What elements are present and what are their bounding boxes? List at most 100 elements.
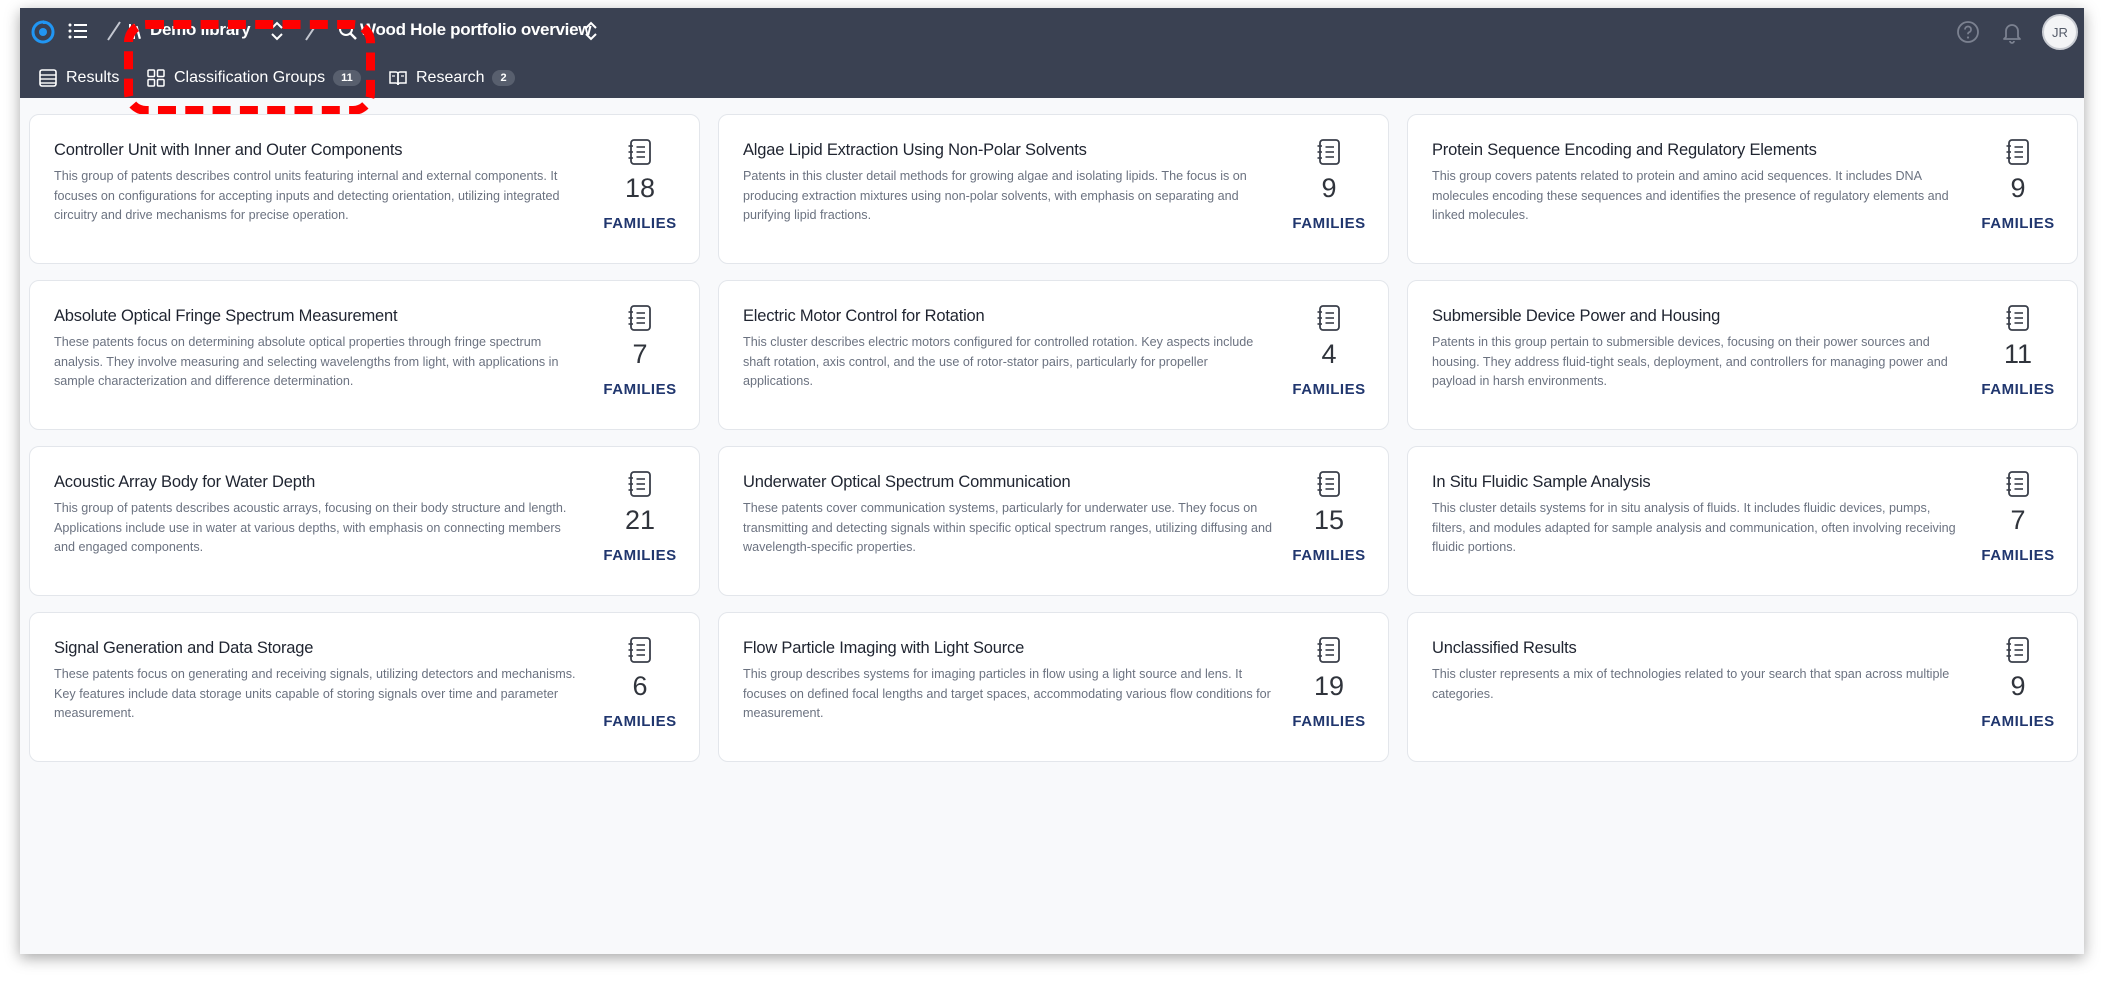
tab-research-badge: 2 [492,70,515,86]
card-title: Acoustic Array Body for Water Depth [54,473,316,491]
card-families-label: FAMILIES [603,713,677,730]
classification-group-card[interactable]: In Situ Fluidic Sample Analysis This clu… [1407,446,2078,596]
card-title: In Situ Fluidic Sample Analysis [1432,473,1651,491]
tab-research-label: Research [416,69,485,86]
classification-group-card[interactable]: Absolute Optical Fringe Spectrum Measure… [29,280,700,430]
card-title: Algae Lipid Extraction Using Non-Polar S… [743,141,1087,159]
card-title: Underwater Optical Spectrum Communicatio… [743,473,1071,491]
tab-results-label: Results [66,69,120,86]
notebook-icon [628,637,651,663]
card-title: Absolute Optical Fringe Spectrum Measure… [54,307,398,325]
header-row: Demo library Wood Hole portfolio overvie… [20,8,2084,54]
notebook-icon [2006,139,2029,165]
library-selector[interactable]: Demo library [150,20,251,40]
notebook-icon [2006,471,2029,497]
card-family-count: 9 [2010,671,2026,701]
top-navigation-bar: Demo library Wood Hole portfolio overvie… [20,8,2084,98]
search-icon [339,22,357,40]
card-description: This cluster describes electric motors c… [743,335,1254,388]
card-title: Electric Motor Control for Rotation [743,307,985,325]
book-icon [389,71,407,86]
card-family-count: 7 [2010,505,2026,535]
project-chevron-updown-icon[interactable] [582,19,600,43]
card-families-label: FAMILIES [1981,713,2055,730]
card-description: This group of patents describes control … [54,169,560,222]
breadcrumb-separator-icon [107,21,121,41]
notifications-bell-icon[interactable] [2000,20,2024,44]
card-families-label: FAMILIES [603,381,677,398]
user-avatar[interactable]: JR [2042,14,2078,50]
card-family-count: 4 [1321,339,1337,369]
card-title: Unclassified Results [1432,639,1577,657]
notebook-icon [2006,637,2029,663]
card-description: This group describes systems for imaging… [743,667,1271,720]
classification-group-card[interactable]: Flow Particle Imaging with Light Source … [718,612,1389,762]
card-families-label: FAMILIES [1292,713,1366,730]
project-selector[interactable]: Wood Hole portfolio overview [360,20,591,40]
card-description: Patents in this cluster detail methods f… [743,169,1247,222]
tab-research[interactable]: Research 2 [388,66,515,90]
card-description: These patents focus on determining absol… [54,335,559,388]
card-description: This cluster details systems for in situ… [1432,501,1956,554]
help-icon[interactable] [1956,20,1980,44]
tab-classification-groups-badge: 11 [333,70,361,86]
card-families-label: FAMILIES [1292,547,1366,564]
notebook-icon [1317,139,1340,165]
notebook-icon [628,305,651,331]
card-description: These patents cover communication system… [743,501,1272,554]
card-description: Patents in this group pertain to submers… [1432,335,1948,388]
card-family-count: 9 [2010,173,2026,203]
card-family-count: 11 [2003,339,2033,369]
tab-classification-groups-label: Classification Groups [174,69,326,86]
card-family-count: 6 [632,671,648,701]
list-menu-icon[interactable] [68,22,88,40]
card-description: This cluster represents a mix of technol… [1432,667,1950,701]
card-description: This group of patents describes acoustic… [54,501,567,554]
card-families-label: FAMILIES [1292,215,1366,232]
card-families-label: FAMILIES [1981,215,2055,232]
app-logo-icon[interactable] [30,18,56,44]
tab-classification-groups[interactable]: Classification Groups 11 [146,66,361,90]
classification-group-card[interactable]: Unclassified Results This cluster repres… [1407,612,2078,762]
card-family-count: 7 [632,339,648,369]
card-title: Protein Sequence Encoding and Regulatory… [1432,141,1817,159]
classification-group-card[interactable]: Submersible Device Power and Housing Pat… [1407,280,2078,430]
tab-bar: Results Classification Groups 11 Researc… [20,58,2084,98]
card-title: Controller Unit with Inner and Outer Com… [54,141,403,159]
card-families-label: FAMILIES [1981,547,2055,564]
breadcrumb-separator-icon [305,21,319,41]
notebook-icon [628,471,651,497]
table-icon [39,69,57,87]
card-description: These patents focus on generating and re… [54,667,576,720]
notebook-icon [1317,305,1340,331]
card-title: Signal Generation and Data Storage [54,639,314,657]
card-title: Submersible Device Power and Housing [1432,307,1721,325]
card-families-label: FAMILIES [1292,381,1366,398]
notebook-icon [2006,305,2029,331]
library-icon [129,24,141,40]
classification-group-card[interactable]: Signal Generation and Data Storage These… [29,612,700,762]
classification-group-card[interactable]: Algae Lipid Extraction Using Non-Polar S… [718,114,1389,264]
card-family-count: 18 [624,173,656,203]
classification-group-card[interactable]: Electric Motor Control for Rotation This… [718,280,1389,430]
classification-group-card[interactable]: Underwater Optical Spectrum Communicatio… [718,446,1389,596]
classification-group-card[interactable]: Acoustic Array Body for Water Depth This… [29,446,700,596]
tab-results[interactable]: Results [38,66,119,90]
card-families-label: FAMILIES [1981,381,2055,398]
card-family-count: 15 [1313,505,1345,535]
classification-group-card[interactable]: Protein Sequence Encoding and Regulatory… [1407,114,2078,264]
card-family-count: 21 [624,505,656,535]
card-families-label: FAMILIES [603,215,677,232]
card-families-label: FAMILIES [603,547,677,564]
card-title: Flow Particle Imaging with Light Source [743,639,1025,657]
app-window: Demo library Wood Hole portfolio overvie… [20,8,2084,954]
notebook-icon [628,139,651,165]
card-family-count: 19 [1313,671,1345,701]
card-description: This group covers patents related to pro… [1432,169,1949,222]
card-family-count: 9 [1321,173,1337,203]
notebook-icon [1317,637,1340,663]
notebook-icon [1317,471,1340,497]
grid-icon [147,69,165,87]
classification-group-card[interactable]: Controller Unit with Inner and Outer Com… [29,114,700,264]
library-chevron-updown-icon[interactable] [268,19,286,43]
